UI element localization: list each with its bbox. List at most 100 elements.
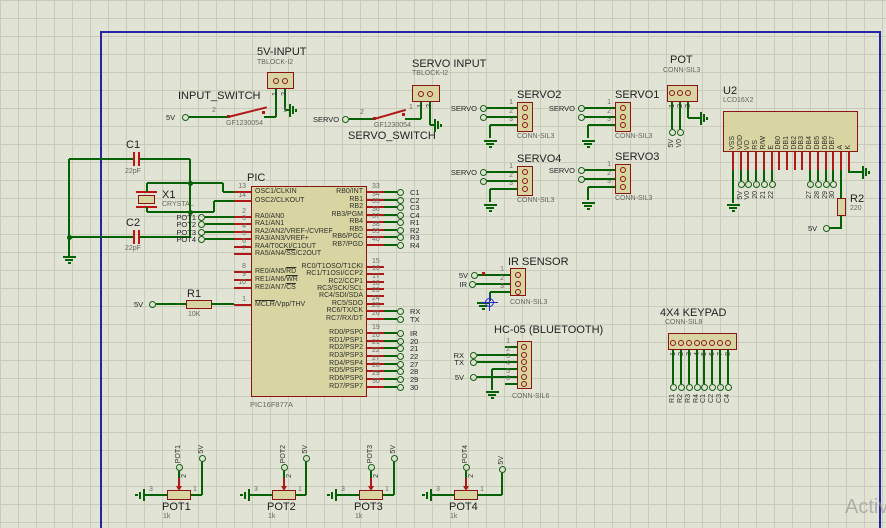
connector-pin[interactable]	[686, 340, 692, 346]
ground-icon[interactable]	[143, 489, 145, 501]
ground-icon[interactable]	[426, 491, 428, 499]
terminal[interactable]	[700, 383, 708, 391]
connector-pin[interactable]	[522, 114, 528, 120]
connector-pin[interactable]	[677, 90, 683, 96]
ground-icon[interactable]	[584, 205, 592, 207]
connector-pin[interactable]	[620, 114, 626, 120]
ground-icon[interactable]	[586, 146, 590, 148]
terminal[interactable]	[479, 177, 487, 185]
terminal[interactable]	[677, 383, 685, 391]
terminal[interactable]	[479, 104, 487, 112]
connector-pin[interactable]	[522, 186, 528, 192]
ground-icon[interactable]	[335, 489, 337, 501]
ground-icon[interactable]	[481, 308, 485, 310]
power-block-body[interactable]	[267, 72, 294, 89]
ground-icon[interactable]	[289, 103, 291, 117]
switch-contact[interactable]	[262, 111, 265, 114]
connector-pin[interactable]	[620, 176, 626, 182]
connector-pin[interactable]	[620, 105, 626, 111]
terminal[interactable]	[822, 224, 830, 232]
terminal[interactable]	[341, 115, 349, 123]
ground-icon[interactable]	[486, 143, 494, 145]
ground-icon[interactable]	[586, 208, 590, 210]
connector-pin[interactable]	[521, 374, 527, 380]
terminal[interactable]	[724, 383, 732, 391]
terminal[interactable]	[676, 128, 684, 136]
pot-body[interactable]	[167, 490, 191, 500]
ground-icon[interactable]	[581, 202, 595, 204]
terminal[interactable]	[479, 113, 487, 121]
terminal[interactable]	[396, 375, 404, 383]
terminal[interactable]	[396, 329, 404, 337]
connector-pin[interactable]	[521, 352, 527, 358]
connector-pin[interactable]	[678, 340, 684, 346]
terminal[interactable]	[302, 454, 310, 462]
ground-icon[interactable]	[700, 111, 702, 125]
terminal[interactable]	[181, 113, 189, 121]
ground-icon[interactable]	[490, 397, 494, 399]
connector-pin[interactable]	[521, 381, 527, 387]
terminal[interactable]	[396, 315, 404, 323]
terminal[interactable]	[390, 454, 398, 462]
terminal[interactable]	[197, 213, 205, 221]
connector-pin[interactable]	[427, 91, 433, 97]
r2-body[interactable]	[837, 198, 846, 216]
connector-pin[interactable]	[418, 91, 424, 97]
terminal[interactable]	[175, 463, 183, 471]
ground-icon[interactable]	[430, 489, 432, 501]
terminal[interactable]	[396, 226, 404, 234]
connector-pin[interactable]	[669, 90, 675, 96]
connector-pin[interactable]	[273, 78, 279, 84]
ground-icon[interactable]	[584, 143, 592, 145]
connector-pin[interactable]	[717, 340, 723, 346]
terminal[interactable]	[396, 367, 404, 375]
terminal[interactable]	[197, 235, 205, 243]
connector-pin[interactable]	[620, 122, 626, 128]
connector-pin[interactable]	[701, 340, 707, 346]
terminal[interactable]	[768, 180, 776, 188]
switch-contact[interactable]	[373, 117, 376, 120]
terminal[interactable]	[469, 358, 477, 366]
connector-pin[interactable]	[620, 167, 626, 173]
ground-icon[interactable]	[139, 491, 141, 499]
ground-icon[interactable]	[485, 391, 499, 393]
ground-icon[interactable]	[248, 489, 250, 501]
terminal[interactable]	[498, 465, 506, 473]
terminal[interactable]	[470, 271, 478, 279]
ground-icon[interactable]	[62, 256, 76, 258]
ground-icon[interactable]	[488, 394, 496, 396]
terminal[interactable]	[280, 463, 288, 471]
c1-plate[interactable]	[133, 152, 135, 166]
ground-icon[interactable]	[488, 146, 492, 148]
terminal[interactable]	[479, 168, 487, 176]
terminal[interactable]	[462, 463, 470, 471]
ground-icon[interactable]	[434, 118, 436, 132]
terminal[interactable]	[814, 180, 822, 188]
terminal[interactable]	[806, 180, 814, 188]
x1-body[interactable]	[138, 195, 155, 204]
ground-icon[interactable]	[437, 121, 439, 129]
ground-icon[interactable]	[67, 262, 71, 264]
ground-icon[interactable]	[703, 114, 705, 122]
terminal[interactable]	[760, 180, 768, 188]
terminal[interactable]	[685, 383, 693, 391]
ground-icon[interactable]	[440, 123, 442, 127]
ground-icon[interactable]	[862, 165, 864, 179]
terminal[interactable]	[367, 463, 375, 471]
connector-pin[interactable]	[521, 359, 527, 365]
r1-body[interactable]	[186, 300, 212, 309]
terminal[interactable]	[822, 180, 830, 188]
servo-block-body[interactable]	[412, 85, 440, 102]
ground-icon[interactable]	[65, 259, 73, 261]
terminal[interactable]	[693, 383, 701, 391]
connector-pin[interactable]	[522, 122, 528, 128]
connector-pin[interactable]	[522, 105, 528, 111]
c2-plate[interactable]	[133, 230, 135, 244]
connector-pin[interactable]	[694, 340, 700, 346]
connector-pin[interactable]	[522, 178, 528, 184]
connector-pin[interactable]	[282, 78, 288, 84]
terminal[interactable]	[197, 220, 205, 228]
connector-pin[interactable]	[521, 366, 527, 372]
ground-icon[interactable]	[488, 210, 492, 212]
terminal[interactable]	[469, 351, 477, 359]
